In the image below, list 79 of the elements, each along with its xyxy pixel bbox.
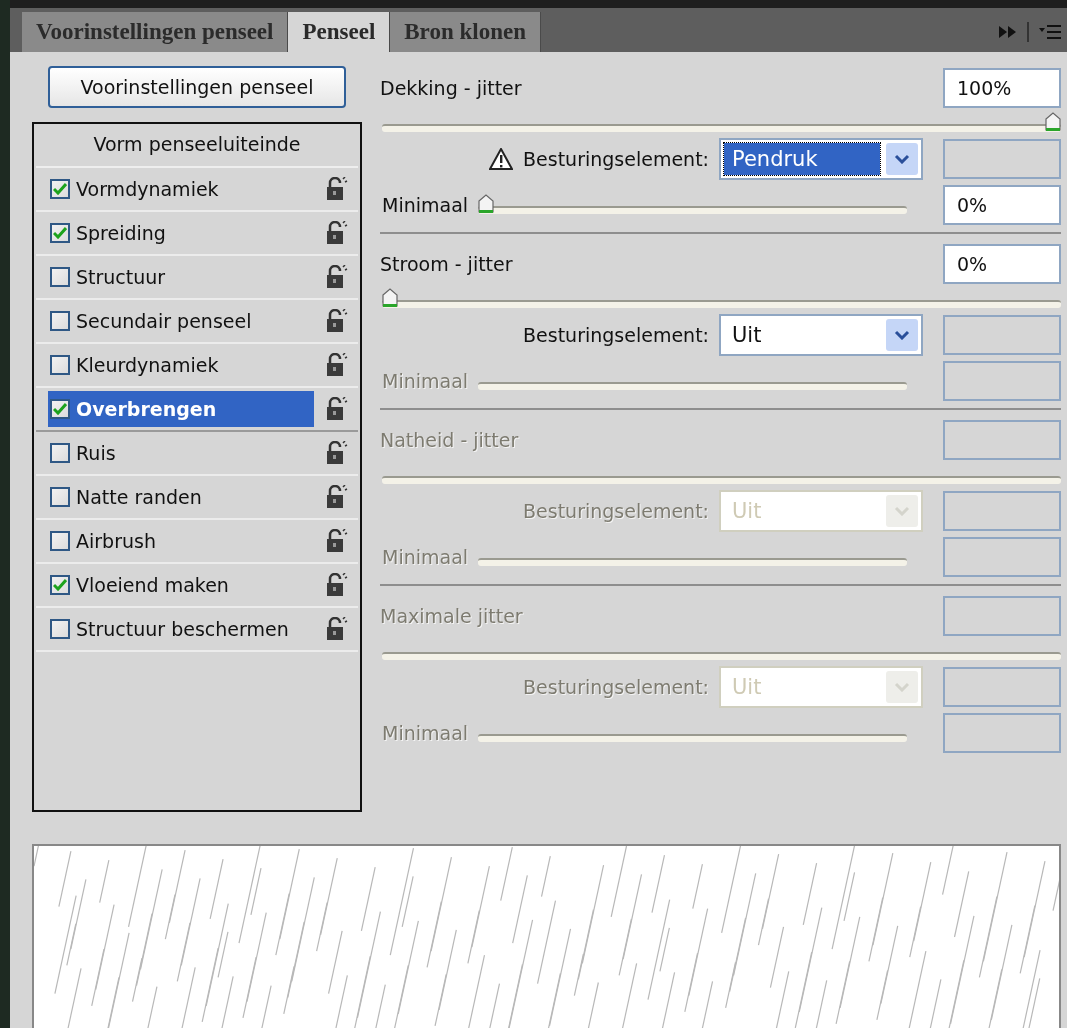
jitter-label: Maximale jitter — [380, 605, 523, 627]
lock-icon[interactable] — [326, 441, 348, 465]
jitter-label: Dekking - jitter — [380, 77, 522, 99]
option-label: Vormdynamiek — [76, 178, 219, 200]
value-field[interactable]: 0% — [943, 185, 1061, 225]
expand-icon[interactable] — [999, 26, 1017, 38]
checkbox[interactable] — [50, 179, 70, 199]
option-label: Overbrengen — [76, 398, 217, 420]
lock-icon[interactable] — [326, 353, 348, 377]
panel-tab[interactable]: Voorinstellingen penseel — [22, 12, 289, 52]
checkbox[interactable] — [50, 487, 70, 507]
slider-track[interactable] — [478, 194, 907, 216]
slider-thumb[interactable] — [1045, 112, 1061, 132]
lock-icon[interactable] — [326, 309, 348, 333]
option-label: Ruis — [76, 442, 116, 464]
slider-thumb[interactable] — [478, 194, 495, 214]
slider-track[interactable] — [382, 288, 1061, 310]
brush-option-item[interactable]: Spreiding — [48, 215, 314, 251]
brush-option-item[interactable]: Kleurdynamiek — [48, 347, 314, 383]
option-label: Secundair penseel — [76, 310, 252, 332]
lock-icon[interactable] — [326, 177, 348, 201]
control-label: Besturingselement: — [523, 500, 709, 522]
brush-presets-button[interactable]: Voorinstellingen penseel — [48, 66, 346, 108]
checkbox[interactable] — [50, 575, 70, 595]
lock-icon[interactable] — [326, 221, 348, 245]
panel-tab[interactable]: Penseel — [288, 12, 391, 52]
checkbox[interactable] — [50, 267, 70, 287]
slider-track[interactable] — [382, 112, 1061, 134]
control-dropdown[interactable]: Pendruk — [719, 138, 923, 180]
brush-option-item[interactable]: Natte randen — [48, 479, 314, 515]
warning-icon — [489, 148, 514, 170]
caret-icon — [886, 671, 918, 703]
jitter-label: Stroom - jitter — [380, 253, 513, 275]
option-label: Vloeiend maken — [76, 574, 229, 596]
option-label: Kleurdynamiek — [76, 354, 219, 376]
lock-icon[interactable] — [326, 265, 348, 289]
brush-option-item[interactable]: Secundair penseel — [48, 303, 314, 339]
caret-icon — [886, 143, 918, 175]
checkbox[interactable] — [50, 443, 70, 463]
lock-icon[interactable] — [326, 485, 348, 509]
lock-icon[interactable] — [326, 397, 348, 421]
brush-option-item[interactable]: Overbrengen — [48, 391, 314, 427]
checkbox[interactable] — [50, 223, 70, 243]
checkbox[interactable] — [50, 311, 70, 331]
brush-option-item[interactable]: Structuur beschermen — [48, 611, 314, 647]
checkbox[interactable] — [50, 619, 70, 639]
option-label: Natte randen — [76, 486, 202, 508]
brush-option-item[interactable]: Vormdynamiek — [48, 171, 314, 207]
option-label: Structuur beschermen — [76, 618, 289, 640]
option-label: Spreiding — [76, 222, 166, 244]
panel-tab[interactable]: Bron klonen — [390, 12, 541, 52]
jitter-label: Natheid - jitter — [380, 429, 519, 451]
checkbox[interactable] — [50, 531, 70, 551]
control-label: Besturingselement: — [523, 676, 709, 698]
control-label: Besturingselement: — [523, 324, 709, 346]
checkbox[interactable] — [50, 399, 70, 419]
value-field[interactable]: 0% — [943, 244, 1061, 284]
caret-icon — [886, 319, 918, 351]
minimum-label: Minimaal — [382, 722, 469, 744]
caret-icon — [886, 495, 918, 527]
brush-option-item[interactable]: Structuur — [48, 259, 314, 295]
minimum-label: Minimaal — [382, 546, 469, 568]
option-label: Structuur — [76, 266, 166, 288]
brush-tip-shape-item[interactable]: Vorm penseeluiteinde — [36, 124, 358, 168]
brush-option-item[interactable]: Ruis — [48, 435, 314, 471]
menu-icon[interactable] — [1039, 25, 1061, 39]
minimum-label: Minimaal — [382, 194, 469, 216]
control-dropdown[interactable]: Uit — [719, 314, 923, 356]
checkbox[interactable] — [50, 355, 70, 375]
minimum-label: Minimaal — [382, 370, 469, 392]
option-label: Airbrush — [76, 530, 156, 552]
lock-icon[interactable] — [326, 573, 348, 597]
brush-option-item[interactable]: Vloeiend maken — [48, 567, 314, 603]
value-field[interactable]: 100% — [943, 68, 1061, 108]
lock-icon[interactable] — [326, 529, 348, 553]
slider-thumb[interactable] — [382, 288, 398, 308]
lock-icon[interactable] — [326, 617, 348, 641]
brush-option-item[interactable]: Airbrush — [48, 523, 314, 559]
control-label: Besturingselement: — [523, 148, 709, 170]
